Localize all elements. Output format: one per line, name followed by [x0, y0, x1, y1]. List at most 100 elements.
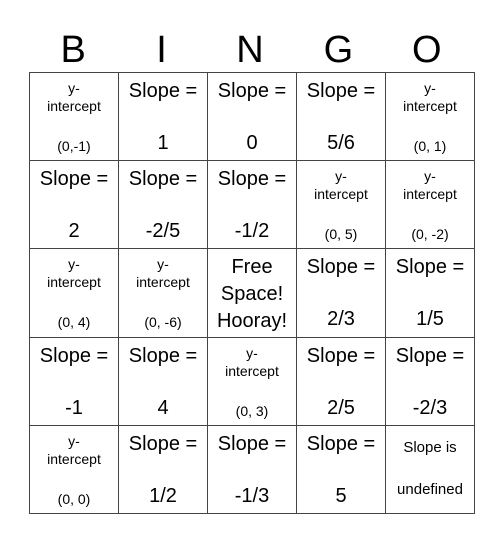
cell-text-line: Slope = [306, 256, 376, 279]
cell-text-line: -2/5 [145, 220, 181, 243]
bingo-cell[interactable]: Free Space! Hooray! [207, 248, 297, 338]
header-letter-n: N [236, 29, 264, 71]
cell-text-line: 0 [246, 132, 258, 154]
bingo-cell[interactable]: y-intercept (0, 3) [207, 336, 297, 426]
cell-content: y-intercept (0, 1) [386, 73, 474, 160]
bingo-cell[interactable]: Slope = -2/5 [118, 160, 208, 250]
cell-text-line: Slope = [395, 344, 465, 367]
cell-text-line: y- [424, 80, 436, 96]
cell-text-line: 2/5 [327, 396, 355, 419]
bingo-cell[interactable]: Slope = 1/2 [118, 424, 208, 515]
cell-text-line: intercept [403, 186, 457, 203]
bingo-cell[interactable]: y-intercept (0, -2) [385, 160, 475, 250]
cell-content: y-intercept (0,-1) [30, 73, 118, 160]
cell-content: Slope is undefined [386, 426, 474, 513]
header-letter-o: O [411, 29, 442, 71]
bingo-cell[interactable]: Slope = 5 [296, 424, 386, 515]
cell-text-line: -1/3 [234, 484, 270, 507]
bingo-cell[interactable]: Slope = 2 [29, 160, 119, 250]
cell-text-line: intercept [403, 98, 457, 114]
cell-text-line: Slope = [217, 80, 287, 102]
cell-text-line: y- [246, 344, 258, 361]
bingo-cell[interactable]: Slope = 2/5 [296, 336, 386, 426]
bingo-cell[interactable]: y-intercept (0, 1) [385, 71, 475, 162]
cell-text-line: Slope = [128, 168, 198, 191]
cell-content: Slope = 1/5 [386, 249, 474, 336]
cell-content: Slope = 4 [119, 338, 207, 425]
cell-text-line: (0, -2) [411, 226, 449, 243]
cell-content: y-intercept (0, 0) [30, 426, 118, 513]
bingo-cell[interactable]: Slope is undefined [385, 424, 475, 515]
bingo-cell[interactable]: Slope = 1 [118, 71, 208, 162]
cell-text-line: y- [424, 168, 436, 185]
bingo-grid: y-intercept (0,-1) Slope = 1 Slope = 0 Slope =… [29, 71, 475, 515]
bingo-cell[interactable]: y-intercept (0, 4) [29, 248, 119, 338]
cell-text-line: (0,-1) [57, 138, 91, 154]
cell-text-line: y- [68, 80, 80, 96]
cell-text-line: 1/2 [149, 484, 177, 507]
bingo-cell[interactable]: Slope = 0 [207, 71, 297, 162]
cell-text-line: Free [231, 256, 273, 279]
cell-content: Slope = 5 [297, 426, 385, 513]
cell-text-line: (0, -6) [144, 314, 182, 331]
bingo-cell[interactable]: Slope = -1 [29, 336, 119, 426]
cell-content: Slope = -1/2 [208, 161, 296, 248]
bingo-cell[interactable]: Slope = 5/6 [296, 71, 386, 162]
bingo-cell[interactable]: Slope = 4 [118, 336, 208, 426]
bingo-cell[interactable]: y-intercept (0, 5) [296, 160, 386, 250]
cell-content: Slope = 1/2 [119, 426, 207, 513]
cell-text-line: -2/3 [412, 396, 448, 419]
cell-text-line: Slope = [39, 344, 109, 367]
bingo-cell[interactable]: Slope = -1/3 [207, 424, 297, 515]
cell-text-line: Slope = [306, 80, 376, 102]
cell-text-line: Slope = [128, 80, 198, 102]
cell-text-line: Slope = [217, 168, 287, 191]
cell-text-line: (0, 0) [57, 490, 91, 507]
bingo-header: B I N G O [29, 28, 471, 72]
bingo-row: Slope = 2 Slope = -2/5 Slope = -1/2 y-intercep… [29, 160, 475, 250]
cell-text-line: (0, 3) [235, 402, 269, 419]
cell-content: Slope = 5/6 [297, 73, 385, 160]
bingo-row: Slope = -1 Slope = 4 y-intercept (0, 3) Slope … [29, 336, 475, 426]
cell-content: Slope = 0 [208, 73, 296, 160]
bingo-row: y-intercept (0,-1) Slope = 1 Slope = 0 Slope =… [29, 71, 475, 162]
header-letter-b: B [60, 29, 86, 71]
bingo-cell[interactable]: Slope = 1/5 [385, 248, 475, 338]
bingo-row: y-intercept (0, 0) Slope = 1/2 Slope = -1/3 Sl… [29, 424, 475, 515]
cell-text-line: 5 [335, 484, 347, 507]
header-letter-g: G [323, 29, 354, 71]
cell-text-line: (0, 5) [324, 226, 358, 243]
cell-text-line: intercept [136, 274, 190, 291]
bingo-cell[interactable]: Slope = 2/3 [296, 248, 386, 338]
cell-text-line: y- [335, 168, 347, 185]
cell-content: y-intercept (0, -6) [119, 249, 207, 336]
cell-content: Slope = -2/5 [119, 161, 207, 248]
cell-text-line: Slope = [306, 432, 376, 455]
cell-content: y-intercept (0, 5) [297, 161, 385, 248]
cell-text-line: (0, 1) [413, 138, 447, 154]
cell-text-line: Slope is [403, 438, 457, 456]
cell-text-line: -1 [65, 396, 83, 419]
cell-content: Slope = -2/3 [386, 338, 474, 425]
cell-text-line: Slope = [128, 432, 198, 455]
cell-content: Slope = -1 [30, 338, 118, 425]
bingo-cell[interactable]: Slope = -1/2 [207, 160, 297, 250]
cell-text-line: 1/5 [416, 308, 444, 331]
cell-text-line: Slope = [128, 344, 198, 367]
cell-content: Slope = -1/3 [208, 426, 296, 513]
bingo-cell[interactable]: y-intercept (0,-1) [29, 71, 119, 162]
bingo-cell[interactable]: Slope = -2/3 [385, 336, 475, 426]
bingo-cell[interactable]: y-intercept (0, -6) [118, 248, 208, 338]
cell-text-line: y- [68, 256, 80, 273]
cell-content: Slope = 2/5 [297, 338, 385, 425]
cell-text-line: Slope = [217, 432, 287, 455]
cell-text-line: Slope = [39, 168, 109, 191]
cell-text-line: undefined [397, 480, 463, 498]
cell-text-line: 2/3 [327, 308, 355, 331]
header-letter-i: I [156, 29, 167, 71]
cell-text-line: Slope = [306, 344, 376, 367]
cell-text-line: intercept [47, 450, 101, 467]
cell-text-line: 2 [68, 220, 80, 243]
cell-text-line: y- [157, 256, 169, 273]
bingo-cell[interactable]: y-intercept (0, 0) [29, 424, 119, 515]
